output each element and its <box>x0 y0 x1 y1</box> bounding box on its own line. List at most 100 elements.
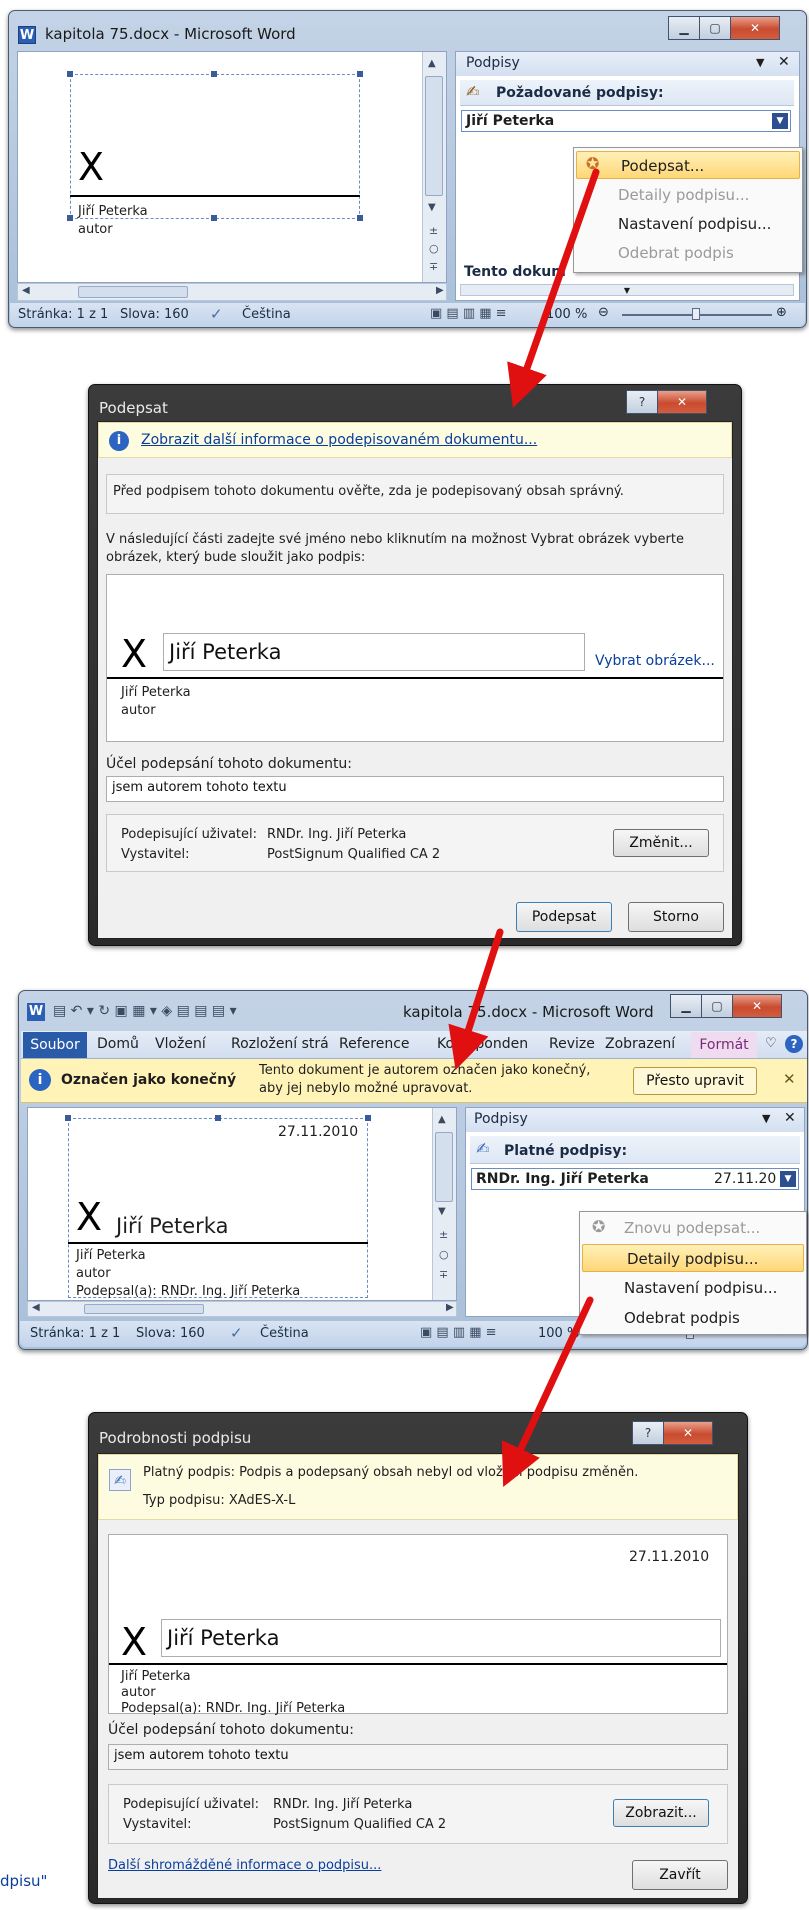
signature-x-mark: X <box>121 632 148 676</box>
view-buttons[interactable]: ▣ ▤ ▥ ▦ ≡ <box>420 1325 497 1340</box>
help-button[interactable]: ? <box>632 1421 664 1445</box>
dropdown-arrow-icon[interactable]: ▼ <box>780 1171 796 1187</box>
vertical-scrollbar[interactable]: ▲ ▼ ± ○ ∓ <box>432 1108 456 1300</box>
tab-format[interactable]: Formát <box>691 1032 757 1058</box>
menu-item-resign[interactable]: Znovu podepsat... <box>580 1214 806 1242</box>
menu-item-details[interactable]: Detaily podpisu... <box>582 1244 804 1272</box>
tab-layout[interactable]: Rozložení strá <box>231 1036 331 1052</box>
more-info-link[interactable]: Zobrazit další informace o podepisovaném… <box>141 432 537 448</box>
signature-date: 27.11.2010 <box>629 1549 710 1565</box>
signing-user-value: RNDr. Ing. Jiří Peterka <box>267 827 407 842</box>
signature-line-box[interactable] <box>68 1118 368 1298</box>
close-button[interactable]: ✕ <box>732 994 782 1018</box>
signer-title: autor <box>78 222 113 237</box>
purpose-input[interactable]: jsem autorem tohoto textu <box>106 776 724 802</box>
pane-title: Podpisy <box>466 55 520 71</box>
ribbon-minimize-icon[interactable]: ♡ <box>765 1036 777 1051</box>
menu-item-sign[interactable]: Podepsat... <box>576 151 800 179</box>
signed-by: Podepsal(a): RNDr. Ing. Jiří Peterka <box>121 1701 346 1716</box>
signature-context-menu: Podepsat... ✪ Detaily podpisu... Nastave… <box>573 147 803 273</box>
minimize-button[interactable]: ▁ <box>670 994 702 1018</box>
sign-button[interactable]: Podepsat <box>516 902 612 932</box>
status-words[interactable]: Slova: 160 <box>120 307 189 322</box>
show-button[interactable]: Zobrazit... <box>613 1799 709 1827</box>
status-page[interactable]: Stránka: 1 z 1 <box>18 307 108 322</box>
signature-pen-icon: ✍ <box>466 82 480 101</box>
tab-mailings[interactable]: Koresponden <box>437 1036 528 1052</box>
signer-title: autor <box>76 1266 111 1281</box>
status-words[interactable]: Slova: 160 <box>136 1326 205 1341</box>
cancel-button[interactable]: Storno <box>628 902 724 932</box>
ribbon-tabs: Soubor Domů Vložení Rozložení strá Refer… <box>21 1031 807 1059</box>
zoom-out-button[interactable]: ⊖ <box>598 305 609 320</box>
pane-close-icon[interactable]: ✕ <box>778 54 790 70</box>
tab-references[interactable]: Reference <box>339 1036 410 1052</box>
word-window-2: W ▤ ↶ ▾ ↻ ▣ ▦ ▾ ◈ ▤ ▤ ▤ ▾ kapitola 75.do… <box>18 990 808 1350</box>
more-info-link[interactable]: Další shromážděné informace o podpisu... <box>108 1858 381 1873</box>
maximize-button[interactable]: ▢ <box>701 994 733 1018</box>
tab-home[interactable]: Domů <box>97 1036 139 1052</box>
close-button[interactable]: ✕ <box>730 16 780 40</box>
details-dialog: Podrobnosti podpisu ? ✕ ✍ Platný podpis:… <box>88 1412 748 1904</box>
menu-item-settings[interactable]: Nastavení podpisu... <box>574 210 802 238</box>
menu-item-settings[interactable]: Nastavení podpisu... <box>580 1274 806 1302</box>
menu-item-remove[interactable]: Odebrat podpis <box>574 239 802 267</box>
issuer-label: Vystavitel: <box>121 847 190 862</box>
edit-anyway-button[interactable]: Přesto upravit <box>633 1067 757 1095</box>
menu-item-remove[interactable]: Odebrat podpis <box>580 1304 806 1332</box>
pane-menu-chevron-icon[interactable]: ▼ <box>762 1112 770 1125</box>
close-button[interactable]: ✕ <box>657 390 707 414</box>
signing-user-label: Podepisující uživatel: <box>123 1797 259 1812</box>
minimize-button[interactable]: ▁ <box>668 16 700 40</box>
zoom-level[interactable]: 100 % <box>538 1326 579 1341</box>
signer-name: Jiří Peterka <box>121 1669 191 1684</box>
tab-view[interactable]: Zobrazení <box>605 1036 675 1052</box>
close-button[interactable]: ✕ <box>663 1421 713 1445</box>
close-dialog-button[interactable]: Zavřít <box>632 1860 728 1890</box>
help-button[interactable]: ? <box>626 390 658 414</box>
maximize-button[interactable]: ▢ <box>699 16 731 40</box>
signature-list-item[interactable]: RNDr. Ing. Jiří Peterka 27.11.20 ▼ <box>471 1168 799 1190</box>
horizontal-scrollbar[interactable]: ◀ ▶ <box>17 283 447 301</box>
help-icon[interactable]: ? <box>785 1035 803 1053</box>
word-app-icon: W <box>27 1003 45 1021</box>
signer-name: Jiří Peterka <box>78 204 148 219</box>
zoom-level[interactable]: 100 % <box>546 307 587 322</box>
choose-image-link[interactable]: Vybrat obrázek... <box>595 653 715 669</box>
change-button[interactable]: Změnit... <box>613 829 709 857</box>
dropdown-arrow-icon[interactable]: ▼ <box>772 113 788 129</box>
signature-preview: X Jiří Peterka Vybrat obrázek... Jiří Pe… <box>106 574 724 742</box>
signature-list-item[interactable]: Jiří Peterka ▼ <box>461 110 791 132</box>
horizontal-scrollbar[interactable]: ◀ ▶ <box>27 1301 457 1317</box>
marked-final-msg-1: Tento dokument je autorem označen jako k… <box>259 1063 591 1078</box>
tab-review[interactable]: Revize <box>549 1036 595 1052</box>
tab-insert[interactable]: Vložení <box>155 1036 206 1052</box>
marked-final-bar: i Označen jako konečný Tento dokument je… <box>21 1059 807 1103</box>
signer-name: Jiří Peterka <box>121 685 191 700</box>
instruction-line-2: obrázek, který bude sloužit jako podpis: <box>106 550 366 565</box>
pane-close-icon[interactable]: ✕ <box>784 1110 796 1126</box>
document-area: 27.11.2010 X Jiří Peterka Jiří Peterka a… <box>27 1107 457 1301</box>
status-language[interactable]: Čeština <box>242 307 291 322</box>
status-language[interactable]: Čeština <box>260 1326 309 1341</box>
required-signatures-label: Požadované podpisy: <box>496 85 664 101</box>
signer-name-input[interactable]: Jiří Peterka <box>163 633 585 671</box>
tab-file[interactable]: Soubor <box>23 1032 87 1058</box>
menu-item-details[interactable]: Detaily podpisu... <box>574 181 802 209</box>
pane-menu-chevron-icon[interactable]: ▼ <box>756 56 764 69</box>
proofing-icon[interactable]: ✓ <box>210 305 223 323</box>
purpose-display: jsem autorem tohoto textu <box>108 1744 728 1770</box>
zoom-in-button[interactable]: ⊕ <box>776 305 787 320</box>
vertical-scrollbar[interactable]: ▲ ▼ ± ○ ∓ <box>422 52 446 282</box>
view-buttons[interactable]: ▣ ▤ ▥ ▦ ≡ <box>430 306 507 321</box>
signature-type: Typ podpisu: XAdES-X-L <box>143 1493 296 1508</box>
signing-user-label: Podepisující uživatel: <box>121 827 257 842</box>
word-app-icon: W <box>18 26 36 44</box>
close-bar-icon[interactable]: ✕ <box>783 1070 796 1088</box>
proofing-icon[interactable]: ✓ <box>230 1324 243 1342</box>
status-page[interactable]: Stránka: 1 z 1 <box>30 1326 120 1341</box>
info-bar: i Zobrazit další informace o podepisovan… <box>98 422 732 458</box>
signature-line-box[interactable] <box>70 74 360 219</box>
info-icon: i <box>29 1069 51 1091</box>
quick-access-toolbar[interactable]: ▤ ↶ ▾ ↻ ▣ ▦ ▾ ◈ ▤ ▤ ▤ ▾ <box>53 1003 237 1019</box>
